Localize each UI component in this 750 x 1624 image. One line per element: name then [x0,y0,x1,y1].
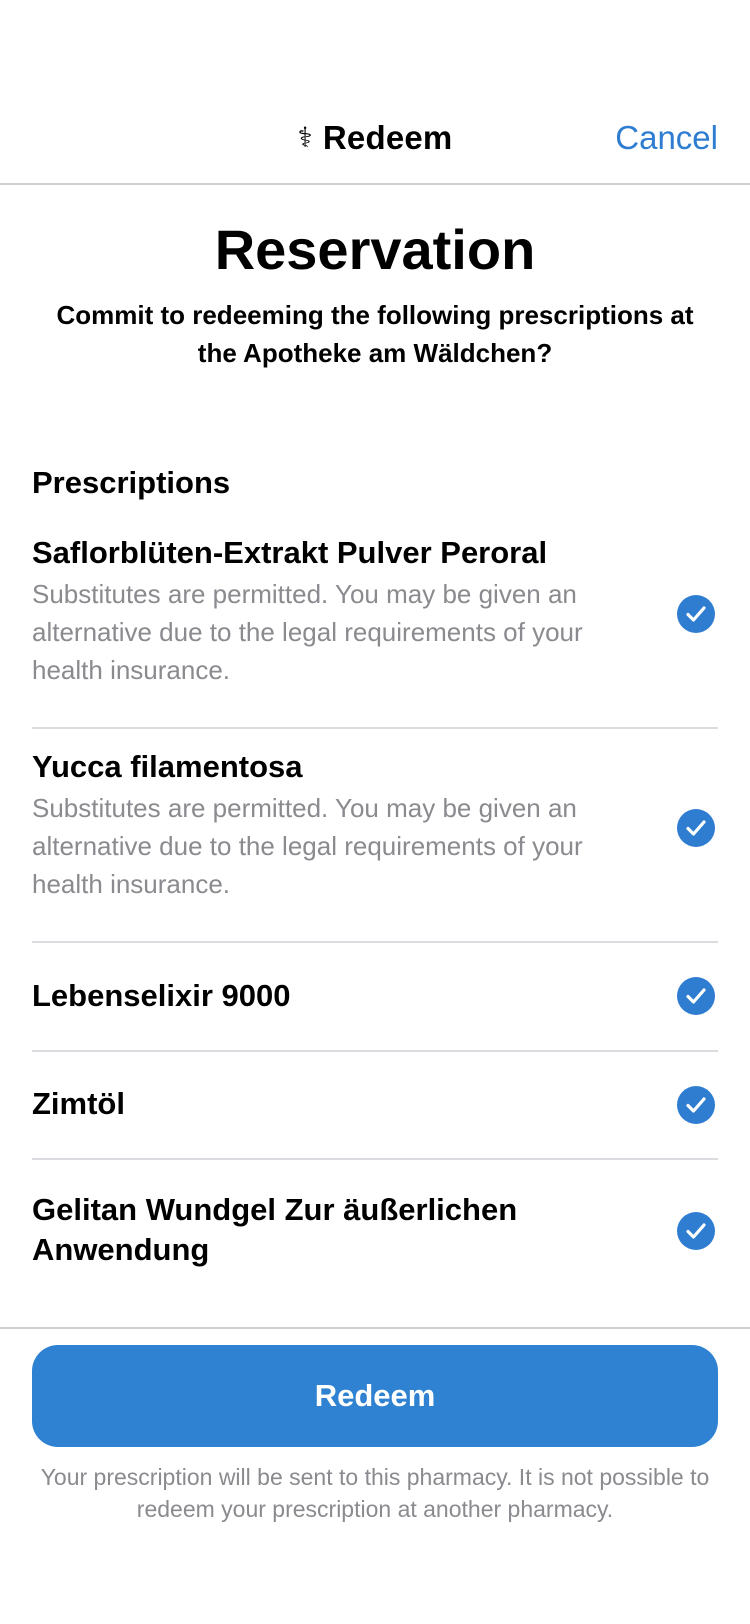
prescription-row[interactable]: Zimtöl [32,1052,718,1160]
prescription-row[interactable]: Saflorblüten-Extrakt Pulver Peroral Subs… [32,515,718,729]
checkmark-circle-icon[interactable] [677,809,715,847]
navigation-bar: ⚕ Redeem Cancel [0,0,750,185]
checkmark-circle-icon[interactable] [677,1212,715,1250]
prescription-row[interactable]: Gelitan Wundgel Zur äußerlichen Anwendun… [32,1160,718,1310]
caduceus-icon: ⚕ [297,121,313,154]
bottom-divider [0,1327,750,1329]
prescription-name: Zimtöl [32,1086,125,1121]
prescriptions-section-title: Prescriptions [32,465,231,500]
prescription-name: Lebenselixir 9000 [32,978,291,1013]
prescription-description: Substitutes are permitted. You may be gi… [32,793,583,899]
prescription-list: Saflorblüten-Extrakt Pulver Peroral Subs… [32,515,718,1310]
page-subtitle: Commit to redeeming the following prescr… [56,300,694,368]
cancel-button[interactable]: Cancel [615,118,718,158]
prescription-name: Saflorblüten-Extrakt Pulver Peroral [32,535,548,570]
prescription-row[interactable]: Lebenselixir 9000 [32,943,718,1052]
prescription-description: Substitutes are permitted. You may be gi… [32,579,583,685]
checkmark-circle-icon[interactable] [677,977,715,1015]
checkmark-circle-icon[interactable] [677,595,715,633]
page-title: Reservation [214,218,536,281]
prescription-name: Gelitan Wundgel Zur äußerlichen Anwendun… [32,1192,518,1267]
prescription-name: Yucca filamentosa [32,749,303,784]
redeem-button[interactable]: Redeem [32,1345,718,1447]
checkmark-circle-icon[interactable] [677,1086,715,1124]
nav-title-label: Redeem [322,119,453,156]
prescription-row[interactable]: Yucca filamentosa Substitutes are permit… [32,729,718,943]
pharmacy-note: Your prescription will be sent to this p… [40,1464,710,1522]
